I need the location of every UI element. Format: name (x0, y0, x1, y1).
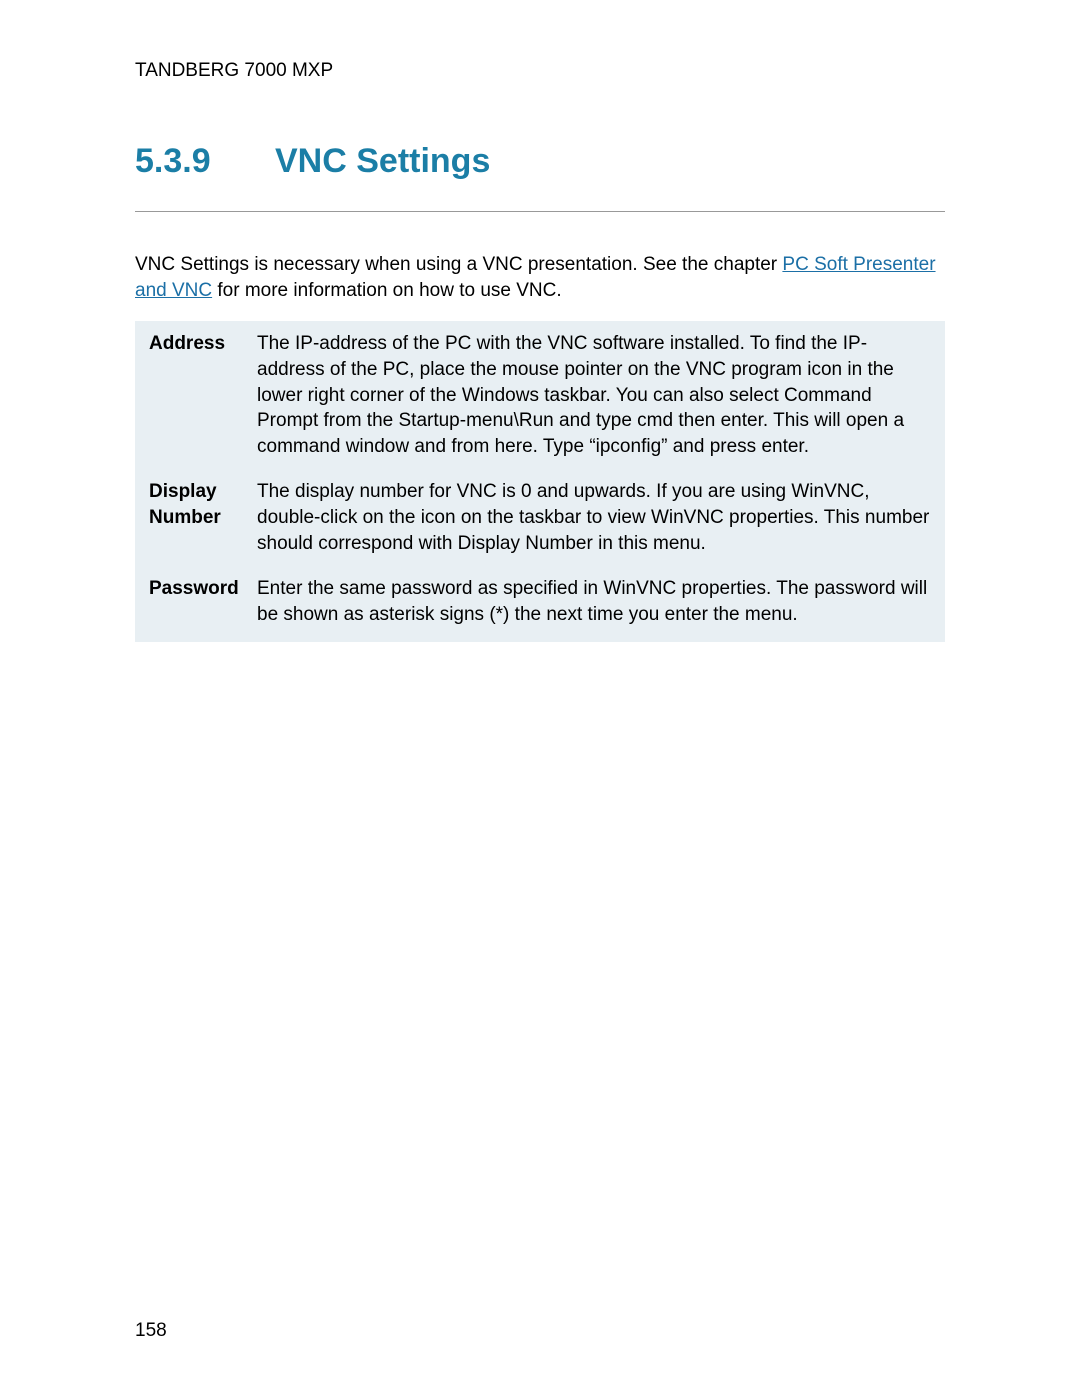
table-row: Display Number The display number for VN… (149, 479, 931, 556)
row-label-address: Address (149, 331, 257, 459)
table-row: Password Enter the same password as spec… (149, 576, 931, 627)
table-row: Address The IP-address of the PC with th… (149, 331, 931, 459)
row-desc-password: Enter the same password as specified in … (257, 576, 931, 627)
section-number: 5.3.9 (135, 142, 275, 181)
intro-text-after: for more information on how to use VNC. (212, 280, 562, 301)
section-heading: 5.3.9VNC Settings (135, 142, 945, 181)
intro-text-before: VNC Settings is necessary when using a V… (135, 254, 782, 275)
document-page: TANDBERG 7000 MXP 5.3.9VNC Settings VNC … (0, 0, 1080, 1397)
settings-table: Address The IP-address of the PC with th… (135, 321, 945, 641)
row-label-display-number: Display Number (149, 479, 257, 556)
intro-paragraph: VNC Settings is necessary when using a V… (135, 252, 945, 303)
running-header: TANDBERG 7000 MXP (135, 60, 945, 82)
row-desc-address: The IP-address of the PC with the VNC so… (257, 331, 931, 459)
section-title: VNC Settings (275, 142, 490, 180)
row-label-password: Password (149, 576, 257, 627)
row-desc-display-number: The display number for VNC is 0 and upwa… (257, 479, 931, 556)
section-divider (135, 211, 945, 212)
page-number: 158 (135, 1320, 167, 1342)
